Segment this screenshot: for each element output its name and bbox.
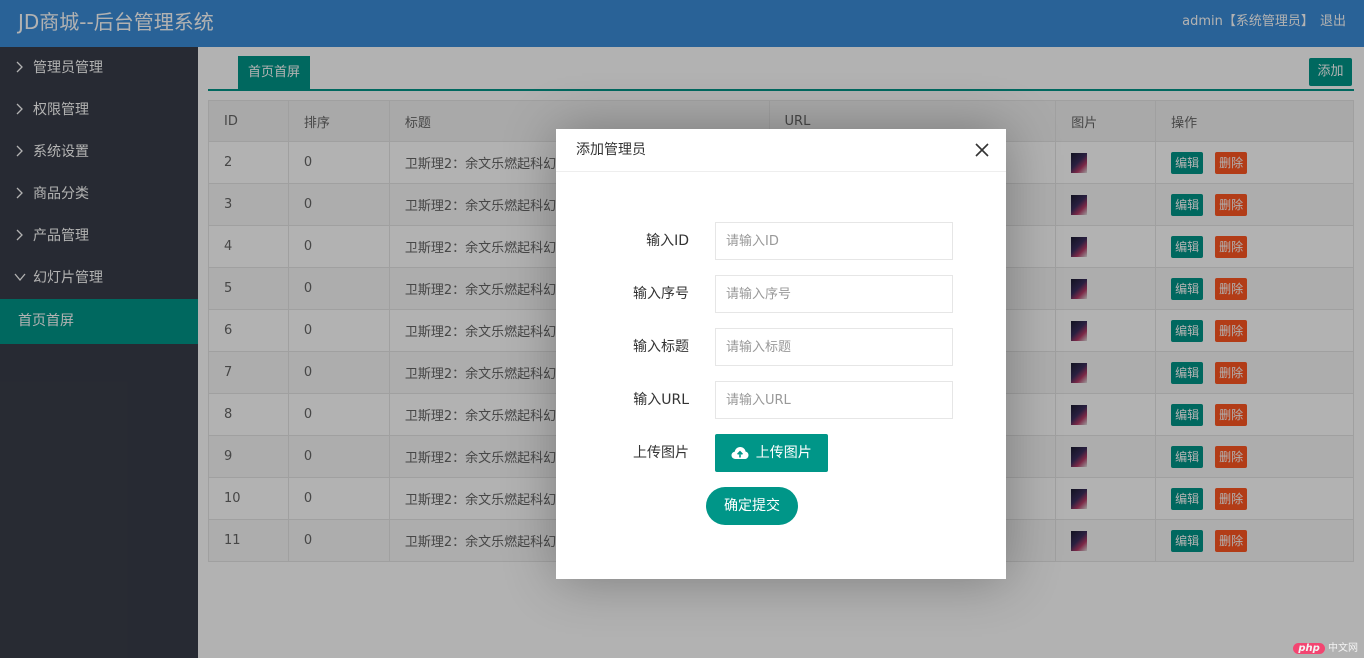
form-row: 输入序号 (556, 275, 1006, 313)
cloud-upload-icon (731, 447, 749, 459)
id-input[interactable] (715, 222, 953, 260)
dialog-title: 添加管理员 (556, 129, 1006, 172)
form-row: 输入ID (556, 222, 1006, 260)
field-label: 输入URL (633, 392, 689, 408)
url-input[interactable] (715, 381, 953, 419)
upload-label: 上传图片 (633, 445, 689, 461)
submit-button[interactable]: 确定提交 (706, 487, 798, 525)
upload-button-label: 上传图片 (755, 445, 812, 461)
watermark-logo: php 中文网 (1293, 639, 1358, 654)
upload-image-button[interactable]: 上传图片 (715, 434, 828, 472)
title-input[interactable] (715, 328, 953, 366)
close-icon[interactable] (974, 142, 990, 158)
upload-row: 上传图片 上传图片 (556, 434, 1006, 472)
field-label: 输入序号 (633, 286, 689, 302)
field-label: 输入标题 (633, 339, 689, 355)
field-label: 输入ID (646, 233, 689, 249)
add-admin-dialog: 添加管理员 输入ID 输入序号输入标题输入URL 上传图片 上传图片 确定提交 (556, 129, 1006, 579)
form-row: 输入URL (556, 381, 1006, 419)
sort-input[interactable] (715, 275, 953, 313)
form-row: 输入标题 (556, 328, 1006, 366)
